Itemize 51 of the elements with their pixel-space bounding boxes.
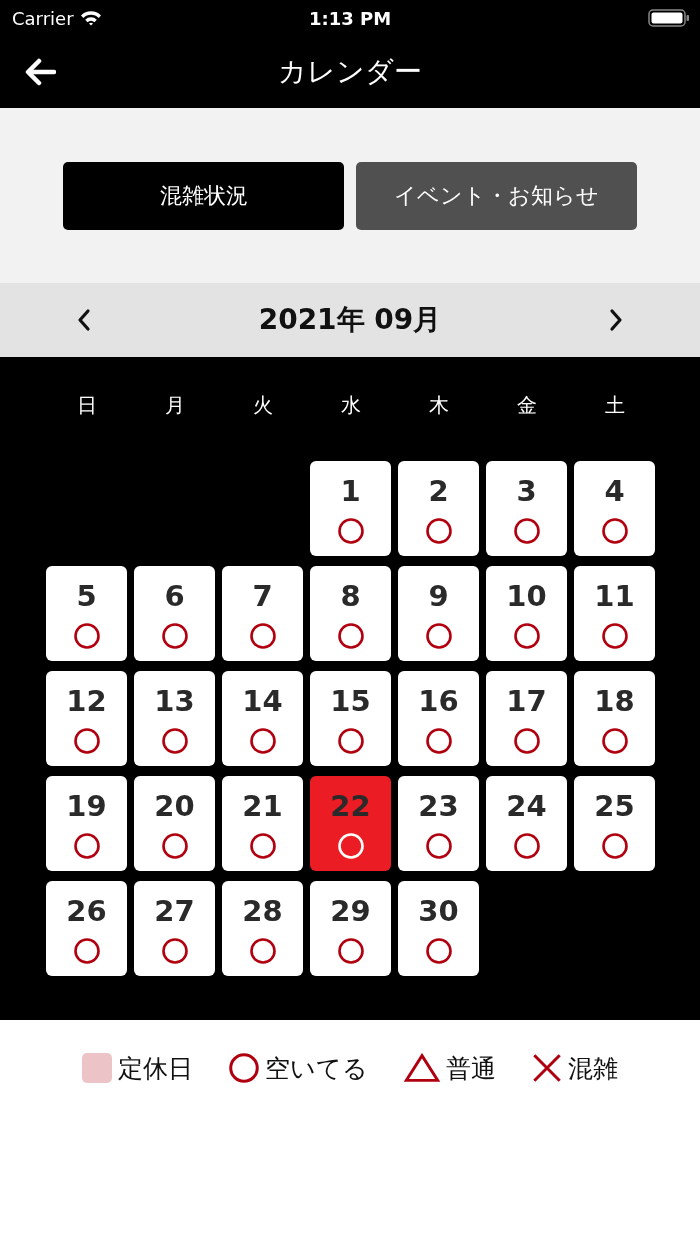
calendar-day[interactable]: 1 [310, 461, 391, 556]
calendar-day[interactable]: 5 [46, 566, 127, 661]
calendar-day[interactable]: 2 [398, 461, 479, 556]
calendar-day[interactable]: 30 [398, 881, 479, 976]
calendar-day[interactable]: 23 [398, 776, 479, 871]
screen-title: カレンダー [278, 54, 422, 90]
clock-time: 1:13 PM [308, 7, 392, 29]
calendar-day[interactable]: 26 [46, 881, 127, 976]
calendar-day[interactable]: 16 [398, 671, 479, 766]
calendar-day[interactable]: 13 [134, 671, 215, 766]
calendar-day[interactable]: 20 [134, 776, 215, 871]
calendar-day[interactable]: 18 [574, 671, 655, 766]
calendar-day[interactable]: 9 [398, 566, 479, 661]
back-arrow-icon[interactable] [24, 58, 56, 86]
calendar-day[interactable]: 4 [574, 461, 655, 556]
wifi-icon [79, 10, 102, 26]
tab[interactable]: イベント・お知らせ [356, 161, 637, 230]
calendar-day[interactable]: 27 [134, 881, 215, 976]
calendar-day[interactable]: 10 [486, 566, 567, 661]
calendar-day[interactable]: 11 [574, 566, 655, 661]
tab[interactable]: 混雑状況 [63, 161, 344, 230]
weekday-label: 火 [251, 392, 274, 419]
month-title: 2021年 09月 [258, 302, 442, 338]
calendar-day[interactable]: 19 [46, 776, 127, 871]
weekday-label: 月 [163, 392, 186, 419]
calendar-day[interactable]: 15 [310, 671, 391, 766]
battery-icon [648, 8, 690, 28]
calendar-day[interactable]: 21 [222, 776, 303, 871]
calendar-day[interactable]: 17 [486, 671, 567, 766]
legend-label: 定休日 [118, 1052, 193, 1085]
calendar-day[interactable]: 3 [486, 461, 567, 556]
calendar-day[interactable]: 8 [310, 566, 391, 661]
weekday-label: 水 [339, 392, 362, 419]
weekday-label: 土 [603, 392, 626, 419]
calendar-day[interactable]: 24 [486, 776, 567, 871]
legend-label: 混雑 [568, 1052, 618, 1085]
weekday-label: 日 [75, 392, 98, 419]
weekday-label: 金 [515, 392, 538, 419]
calendar-day[interactable]: 14 [222, 671, 303, 766]
previous-month-icon[interactable] [76, 308, 92, 332]
weekday-label: 木 [427, 392, 450, 419]
calendar-day[interactable]: 12 [46, 671, 127, 766]
legend-label: 空いてる [265, 1052, 368, 1085]
calendar-day[interactable]: 28 [222, 881, 303, 976]
legend-label: 普通 [446, 1052, 496, 1085]
calendar-day[interactable]: 7 [222, 566, 303, 661]
calendar-day[interactable]: 25 [574, 776, 655, 871]
next-month-icon[interactable] [608, 308, 624, 332]
calendar-day[interactable]: 6 [134, 566, 215, 661]
calendar-day[interactable]: 29 [310, 881, 391, 976]
carrier-label: Carrier [12, 7, 74, 29]
